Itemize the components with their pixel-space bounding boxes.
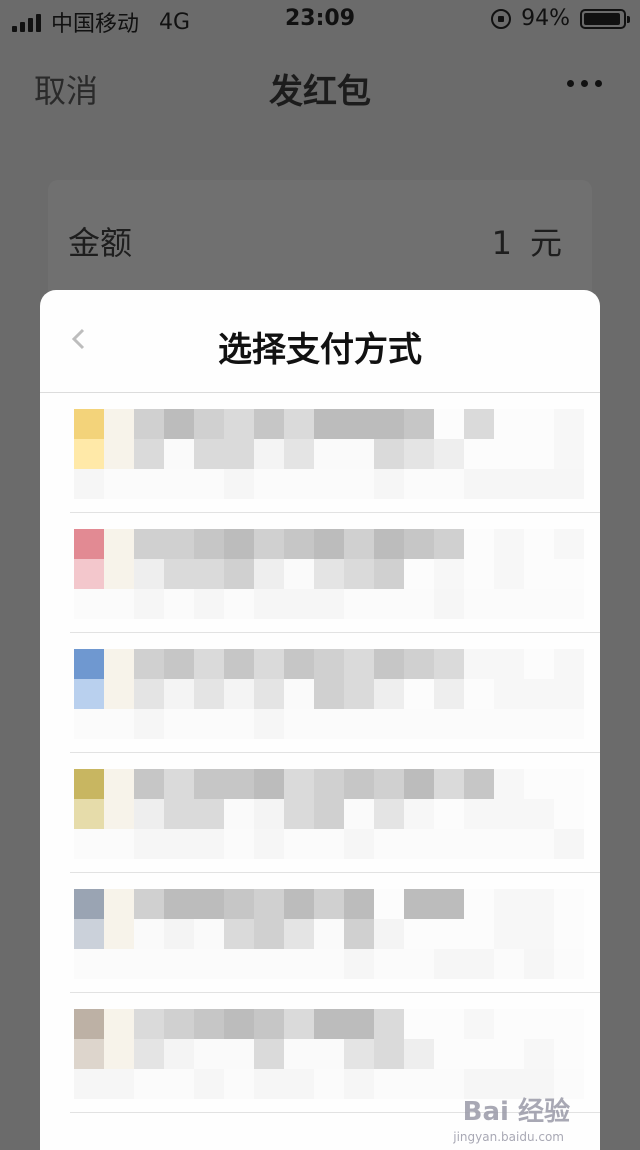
payment-sheet: 选择支付方式 Bai 经验 jingyan.baidu.com <box>40 290 600 1150</box>
amount-value: 1元 <box>492 218 562 264</box>
battery-percent: 94% <box>521 6 570 31</box>
page-title: 发红包 <box>269 72 371 112</box>
status-bar: 中国移动 4G 23:09 94% <box>0 0 640 40</box>
payment-option[interactable] <box>70 513 600 633</box>
amount-unit: 元 <box>529 224 562 262</box>
payment-option[interactable] <box>70 393 600 513</box>
sheet-title: 选择支付方式 <box>218 330 422 370</box>
payment-option-blur <box>74 409 584 499</box>
amount-number: 1 <box>491 224 512 262</box>
watermark-logo: Bai 经验 <box>462 1097 570 1127</box>
status-right: 94% <box>491 6 630 31</box>
payment-option-blur <box>74 649 584 739</box>
payment-option-blur <box>74 769 584 859</box>
amount-label: 金额 <box>68 224 133 262</box>
payment-option-blur <box>74 1009 584 1099</box>
watermark-url: jingyan.baidu.com <box>453 1130 564 1144</box>
battery-icon <box>580 8 630 29</box>
rotation-lock-icon <box>491 8 512 29</box>
more-icon[interactable] <box>567 80 602 87</box>
payment-option-blur <box>74 529 584 619</box>
payment-option[interactable] <box>70 873 600 993</box>
payment-option-list <box>40 393 600 1113</box>
nav-bar: 取消 发红包 <box>0 50 640 120</box>
payment-option[interactable] <box>70 753 600 873</box>
payment-option-blur <box>74 889 584 979</box>
sheet-header: 选择支付方式 <box>40 290 600 393</box>
payment-option[interactable] <box>70 633 600 753</box>
